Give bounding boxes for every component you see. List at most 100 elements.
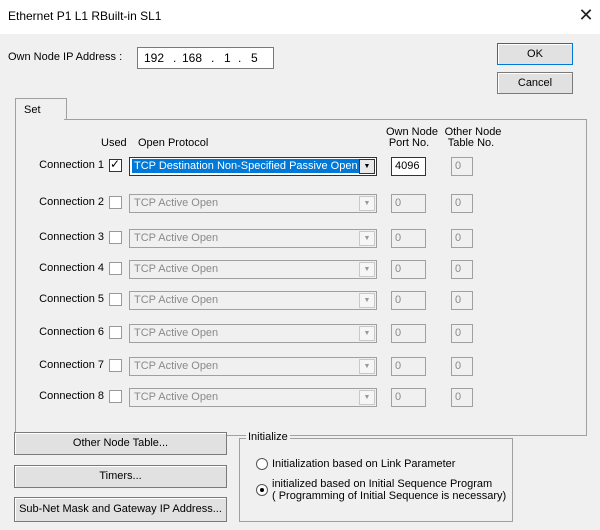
protocol-select[interactable]: TCP Active Open ▼ bbox=[129, 194, 377, 213]
protocol-select[interactable]: TCP Active Open ▼ bbox=[129, 357, 377, 376]
connection-label: Connection 2 bbox=[39, 196, 104, 208]
ip-octet-3[interactable]: 1 bbox=[224, 51, 231, 65]
used-checkbox[interactable] bbox=[109, 359, 122, 372]
radio-initial-sequence[interactable] bbox=[256, 484, 268, 496]
chevron-down-icon[interactable]: ▼ bbox=[359, 293, 375, 308]
own-port-value: 0 bbox=[395, 232, 402, 244]
header-open-protocol: Open Protocol bbox=[138, 137, 209, 149]
connection-label: Connection 6 bbox=[39, 326, 104, 338]
own-port-input[interactable]: 0 bbox=[391, 229, 426, 248]
header-used: Used bbox=[101, 137, 127, 149]
other-table-value: 0 bbox=[455, 391, 462, 403]
used-checkbox[interactable] bbox=[109, 293, 122, 306]
own-port-value: 0 bbox=[395, 327, 402, 339]
other-table-input[interactable]: 0 bbox=[451, 157, 473, 176]
tab-set[interactable]: Set bbox=[15, 98, 67, 121]
radio-initial-sequence-label-1: initialized based on Initial Sequence Pr… bbox=[272, 478, 493, 490]
window-title: Ethernet P1 L1 RBuilt-in SL1 bbox=[8, 9, 162, 23]
other-table-value: 0 bbox=[455, 360, 462, 372]
header-own-port-2: Port No. bbox=[388, 137, 430, 149]
tab-set-label: Set bbox=[24, 104, 41, 116]
own-port-value: 0 bbox=[395, 391, 402, 403]
other-table-input[interactable]: 0 bbox=[451, 357, 473, 376]
close-icon[interactable]: ✕ bbox=[575, 4, 597, 26]
own-port-value: 0 bbox=[395, 197, 402, 209]
own-port-input[interactable]: 0 bbox=[391, 324, 426, 343]
chevron-down-icon[interactable]: ▼ bbox=[359, 390, 375, 405]
ip-label: Own Node IP Address : bbox=[8, 51, 123, 63]
own-port-value: 4096 bbox=[395, 160, 420, 172]
connection-label: Connection 5 bbox=[39, 293, 104, 305]
radio-link-parameter-label: Initialization based on Link Parameter bbox=[272, 458, 456, 470]
other-node-table-button[interactable]: Other Node Table... bbox=[14, 432, 227, 455]
ip-octet-1[interactable]: 192 bbox=[144, 51, 164, 65]
own-port-value: 0 bbox=[395, 360, 402, 372]
chevron-down-icon[interactable]: ▼ bbox=[359, 159, 375, 174]
other-table-value: 0 bbox=[455, 160, 462, 172]
chevron-down-icon[interactable]: ▼ bbox=[359, 326, 375, 341]
protocol-select[interactable]: TCP Destination Non-Specified Passive Op… bbox=[129, 157, 377, 176]
radio-selected-dot bbox=[260, 488, 264, 492]
connection-label: Connection 3 bbox=[39, 231, 104, 243]
protocol-value: TCP Active Open bbox=[134, 294, 219, 306]
own-port-input[interactable]: 0 bbox=[391, 194, 426, 213]
other-table-value: 0 bbox=[455, 263, 462, 275]
used-checkbox[interactable]: ✓ bbox=[109, 157, 122, 172]
subnet-gateway-button[interactable]: Sub-Net Mask and Gateway IP Address... bbox=[14, 497, 227, 522]
protocol-value: TCP Active Open bbox=[134, 360, 219, 372]
radio-link-parameter[interactable] bbox=[256, 458, 268, 470]
used-checkbox[interactable] bbox=[109, 196, 122, 209]
other-table-value: 0 bbox=[455, 294, 462, 306]
chevron-down-icon[interactable]: ▼ bbox=[359, 262, 375, 277]
ok-button[interactable]: OK bbox=[497, 43, 573, 65]
other-table-input[interactable]: 0 bbox=[451, 229, 473, 248]
initialize-title: Initialize bbox=[246, 431, 290, 443]
ip-octet-2[interactable]: 168 bbox=[182, 51, 202, 65]
connection-label: Connection 7 bbox=[39, 359, 104, 371]
other-table-input[interactable]: 0 bbox=[451, 291, 473, 310]
cancel-button[interactable]: Cancel bbox=[497, 72, 573, 94]
other-table-value: 0 bbox=[455, 197, 462, 209]
header-other-table-2: Table No. bbox=[447, 137, 495, 149]
connection-label: Connection 1 bbox=[39, 159, 104, 171]
used-checkbox[interactable] bbox=[109, 390, 122, 403]
own-port-input[interactable]: 0 bbox=[391, 357, 426, 376]
other-table-input[interactable]: 0 bbox=[451, 324, 473, 343]
ip-dot: . bbox=[173, 51, 177, 65]
protocol-select[interactable]: TCP Active Open ▼ bbox=[129, 291, 377, 310]
own-port-input[interactable]: 0 bbox=[391, 388, 426, 407]
protocol-value: TCP Active Open bbox=[134, 263, 219, 275]
protocol-select[interactable]: TCP Active Open ▼ bbox=[129, 260, 377, 279]
other-table-value: 0 bbox=[455, 232, 462, 244]
tab-join bbox=[16, 119, 64, 121]
own-port-value: 0 bbox=[395, 294, 402, 306]
used-checkbox[interactable] bbox=[109, 231, 122, 244]
connection-label: Connection 4 bbox=[39, 262, 104, 274]
other-table-input[interactable]: 0 bbox=[451, 260, 473, 279]
ip-address-field[interactable]: 192 . 168 . 1 . 5 bbox=[137, 47, 274, 69]
other-table-input[interactable]: 0 bbox=[451, 194, 473, 213]
chevron-down-icon[interactable]: ▼ bbox=[359, 231, 375, 246]
timers-button[interactable]: Timers... bbox=[14, 465, 227, 488]
protocol-select[interactable]: TCP Active Open ▼ bbox=[129, 229, 377, 248]
chevron-down-icon[interactable]: ▼ bbox=[359, 196, 375, 211]
ip-octet-4[interactable]: 5 bbox=[251, 51, 258, 65]
own-port-value: 0 bbox=[395, 263, 402, 275]
own-port-input[interactable]: 0 bbox=[391, 260, 426, 279]
used-checkbox[interactable] bbox=[109, 262, 122, 275]
own-port-input[interactable]: 4096 bbox=[391, 157, 426, 176]
connection-label: Connection 8 bbox=[39, 390, 104, 402]
other-table-input[interactable]: 0 bbox=[451, 388, 473, 407]
protocol-select[interactable]: TCP Active Open ▼ bbox=[129, 388, 377, 407]
used-checkbox[interactable] bbox=[109, 326, 122, 339]
check-icon: ✓ bbox=[110, 157, 121, 171]
chevron-down-icon[interactable]: ▼ bbox=[359, 359, 375, 374]
protocol-select[interactable]: TCP Active Open ▼ bbox=[129, 324, 377, 343]
protocol-value: TCP Active Open bbox=[134, 391, 219, 403]
protocol-value: TCP Active Open bbox=[134, 232, 219, 244]
ip-dot: . bbox=[238, 51, 242, 65]
ip-dot: . bbox=[211, 51, 215, 65]
protocol-value: TCP Active Open bbox=[134, 327, 219, 339]
own-port-input[interactable]: 0 bbox=[391, 291, 426, 310]
protocol-value: TCP Active Open bbox=[134, 197, 219, 209]
